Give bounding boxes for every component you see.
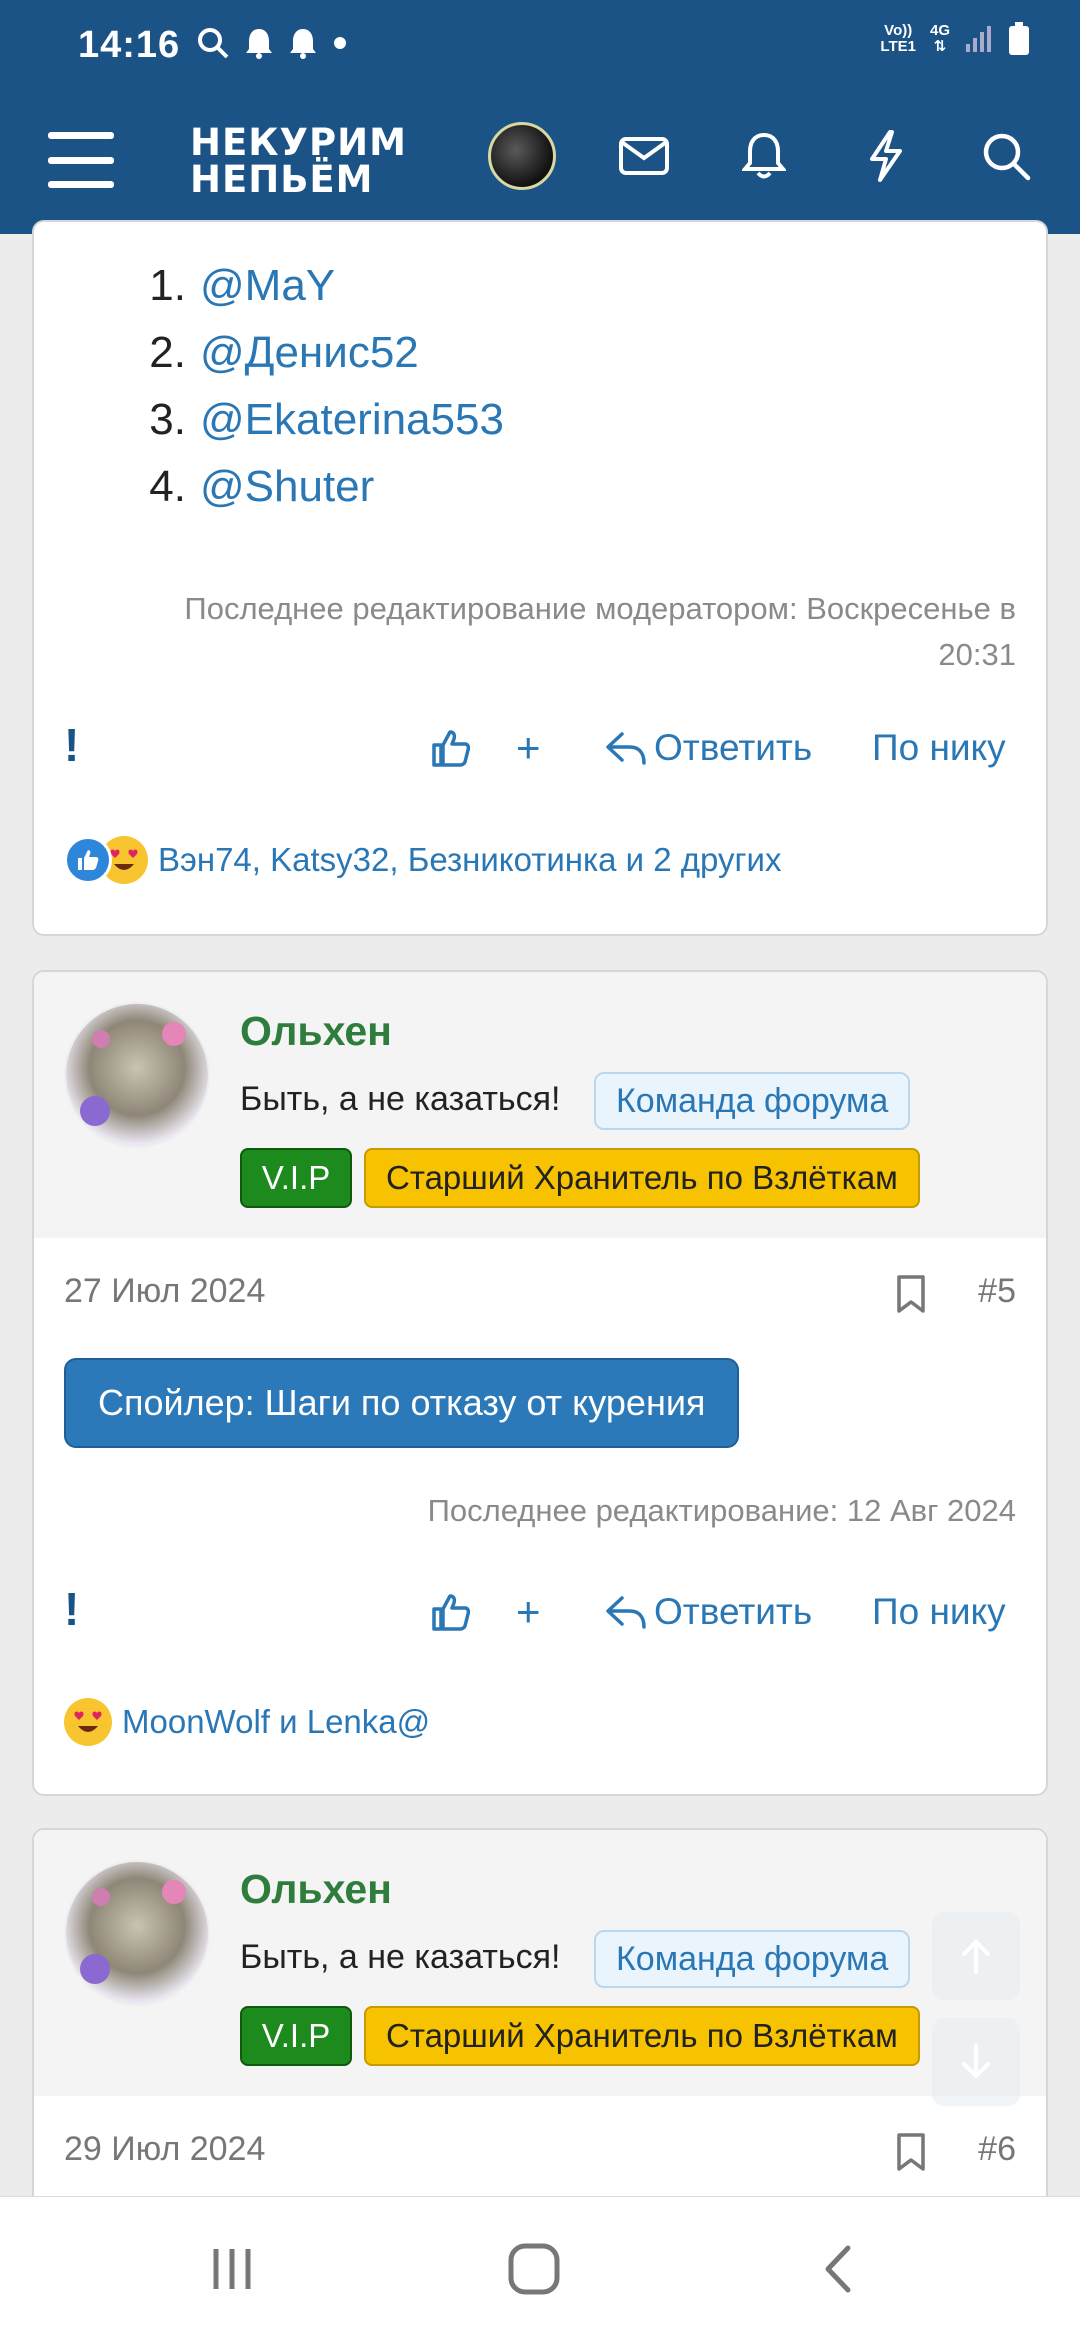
site-logo[interactable]: НЕКУРИМ НЕПЬЁМ [190, 124, 407, 198]
author-title: Быть, а не казаться! [240, 1938, 561, 1976]
arrow-down-icon [962, 2044, 990, 2079]
post-author-block: Ольхен Быть, а не казаться! Команда фору… [34, 1830, 1046, 2096]
post-actions: ! + Ответить По нику [34, 718, 1046, 778]
recent-apps-icon [213, 2249, 251, 2289]
post-card: Ольхен Быть, а не казаться! Команда фору… [32, 970, 1048, 1796]
post-number[interactable]: #5 [978, 1272, 1016, 1311]
battery-icon [1009, 22, 1029, 55]
bookmark-icon[interactable] [896, 1274, 926, 1314]
vip-badge: V.I.P [240, 2006, 352, 2066]
user-mention-link[interactable]: @Ekaterina553 [200, 386, 504, 453]
like-reaction-icon [64, 836, 112, 884]
author-username[interactable]: Ольхен [240, 1008, 392, 1055]
mention-list: 1. @MaY 2. @Денис52 3. @Ekaterina553 4. @Shu… [134, 252, 504, 520]
keeper-badge: Старший Хранитель по Взлёткам [364, 1148, 920, 1208]
user-avatar[interactable] [488, 122, 556, 190]
post-actions: ! + Ответить По нику [34, 1582, 1046, 1642]
reply-button[interactable]: Ответить [604, 1582, 812, 1642]
mail-icon[interactable] [614, 126, 674, 186]
quote-by-nick-button[interactable]: По нику [872, 718, 1006, 778]
app-header: 14:16 Vo)) LTE1 4G ⇅ НЕКУРИМ НЕПЬЁМ [0, 0, 1080, 234]
network-type-indicator: 4G ⇅ [929, 22, 950, 55]
status-system-icons: Vo)) LTE1 4G ⇅ [880, 22, 1030, 56]
user-mention-link[interactable]: @MaY [200, 252, 335, 319]
user-mention-link[interactable]: @Денис52 [200, 319, 419, 386]
reactions-bar[interactable]: Вэн74, Katsy32, Безникотинка и 2 других [64, 836, 782, 884]
user-mention-link[interactable]: @Shuter [200, 453, 374, 520]
arrow-up-icon [962, 1939, 990, 1974]
post-date[interactable]: 27 Июл 2024 [64, 1272, 265, 1311]
list-item: 2. @Денис52 [134, 319, 504, 386]
post-card: 1. @MaY 2. @Денис52 3. @Ekaterina553 4. @Shu… [32, 220, 1048, 936]
bookmark-icon[interactable] [896, 2132, 926, 2172]
like-icon[interactable] [430, 1582, 472, 1642]
post-date[interactable]: 29 Июл 2024 [64, 2130, 265, 2169]
bell-icon[interactable] [734, 126, 794, 186]
dot-icon [334, 37, 346, 49]
status-time: 14:16 [78, 24, 181, 66]
signal-icon [966, 26, 991, 52]
heart-eyes-reaction-icon [64, 1698, 112, 1746]
list-item: 3. @Ekaterina553 [134, 386, 504, 453]
post-number[interactable]: #6 [978, 2130, 1016, 2169]
like-icon[interactable] [430, 718, 472, 778]
author-username[interactable]: Ольхен [240, 1866, 392, 1913]
status-bar: 14:16 Vo)) LTE1 4G ⇅ [0, 0, 1080, 90]
author-avatar[interactable] [64, 1860, 210, 2006]
search-icon[interactable] [976, 126, 1036, 186]
reply-button[interactable]: Ответить [604, 718, 812, 778]
home-button[interactable] [494, 2233, 574, 2305]
edit-notice: Последнее редактирование: 12 Авг 2024 [427, 1493, 1016, 1528]
back-button[interactable] [798, 2233, 878, 2305]
report-icon[interactable]: ! [64, 718, 84, 778]
bolt-icon[interactable] [856, 126, 916, 186]
author-title: Быть, а не казаться! [240, 1080, 561, 1118]
vip-badge: V.I.P [240, 1148, 352, 1208]
list-item: 1. @MaY [134, 252, 504, 319]
reactions-bar[interactable]: MoonWolf и Lenka@ [64, 1698, 430, 1746]
volte-indicator: Vo)) LTE1 [880, 22, 916, 55]
add-button[interactable]: + [516, 718, 541, 778]
recent-apps-button[interactable] [192, 2233, 272, 2305]
status-notification-icons [196, 26, 348, 60]
post-author-block: Ольхен Быть, а не казаться! Команда фору… [34, 972, 1046, 1238]
reply-icon [606, 732, 646, 765]
back-icon [825, 2245, 851, 2293]
list-item: 4. @Shuter [134, 453, 504, 520]
edit-notice: Последнее редактирование модератором: Во… [184, 591, 1016, 672]
home-icon [508, 2243, 560, 2295]
search-notification-icon [198, 28, 229, 59]
system-navigation-bar [0, 2196, 1080, 2340]
report-icon[interactable]: ! [64, 1582, 84, 1642]
scroll-up-button[interactable] [932, 1912, 1020, 2000]
spoiler-button[interactable]: Спойлер: Шаги по отказу от курения [64, 1358, 740, 1448]
add-button[interactable]: + [516, 1582, 541, 1642]
bell-notification-icon [246, 29, 272, 59]
menu-icon[interactable] [48, 132, 114, 188]
reply-icon [606, 1596, 646, 1629]
quote-by-nick-button[interactable]: По нику [872, 1582, 1006, 1642]
bell-notification-icon [290, 29, 316, 59]
post-card: Ольхен Быть, а не казаться! Команда фору… [32, 1828, 1048, 2248]
team-badge: Команда форума [594, 1072, 911, 1130]
author-avatar[interactable] [64, 1002, 210, 1148]
scroll-down-button[interactable] [932, 2018, 1020, 2106]
forum-header: НЕКУРИМ НЕПЬЁМ [0, 90, 1080, 234]
keeper-badge: Старший Хранитель по Взлёткам [364, 2006, 920, 2066]
team-badge: Команда форума [594, 1930, 911, 1988]
